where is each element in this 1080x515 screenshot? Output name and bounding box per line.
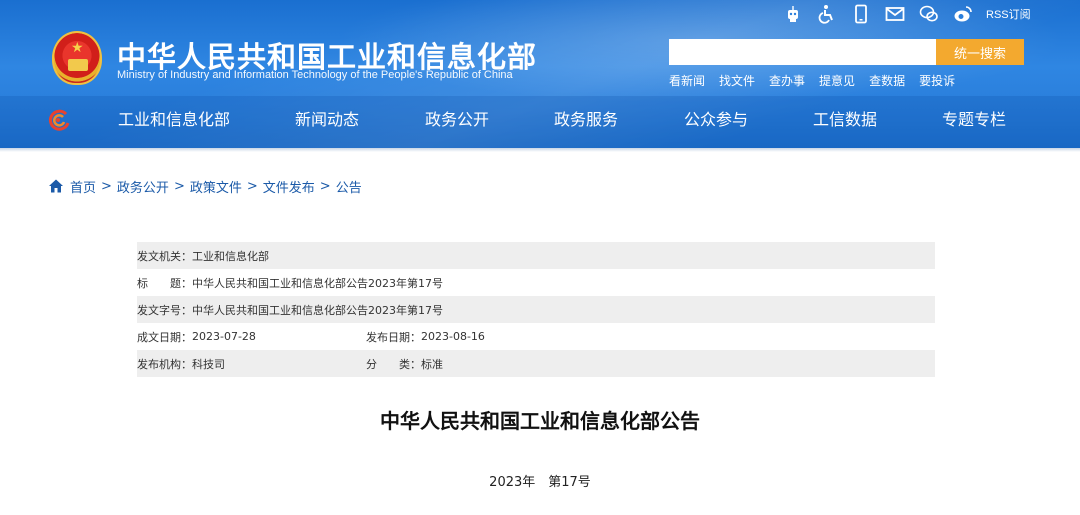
emblem-star: ★ [71,40,84,56]
quick-links: 看新闻 找文件 查办事 提意见 查数据 要投诉 [669,72,969,89]
meta-row-issuer: 发文机关： 工业和信息化部 [137,242,935,269]
category-cell: 分 类： 标准 [366,350,443,377]
published-date-value: 2023-08-16 [421,330,485,343]
top-icon-bar: RSS订阅 [782,2,1031,26]
breadcrumb-separator: > [173,178,185,194]
breadcrumb-gov-affairs[interactable]: 政务公开 [117,177,169,196]
quick-link-files[interactable]: 找文件 [719,72,755,89]
emblem-gate [68,59,88,71]
nav-item-gov-affairs[interactable]: 政务公开 [425,100,489,140]
category-label: 分 类： [366,357,421,371]
doc-number-label: 发文字号： [137,303,192,317]
breadcrumb-separator: > [319,178,331,194]
issuer-label: 发文机关： [137,249,192,263]
site-header: ★ 中华人民共和国工业和信息化部 Ministry of Industry an… [0,0,1080,148]
home-icon[interactable] [48,178,64,194]
search-button[interactable]: 统一搜索 [936,39,1024,65]
published-date-label: 发布日期： [366,330,421,344]
nav-item-gov-services[interactable]: 政务服务 [554,100,618,140]
breadcrumb-policy-files[interactable]: 政策文件 [190,177,242,196]
org-value: 科技司 [192,357,225,371]
meta-row-title: 标 题： 中华人民共和国工业和信息化部公告2023年第17号 [137,269,935,296]
mobile-icon[interactable] [850,3,872,25]
title-value: 中华人民共和国工业和信息化部公告2023年第17号 [192,276,443,290]
nav-item-data[interactable]: 工信数据 [813,100,877,140]
site-subtitle: Ministry of Industry and Information Tec… [117,69,513,81]
created-date-cell: 成文日期： 2023-07-28 [137,323,256,350]
main-nav: 工业和信息化部 新闻动态 政务公开 政务服务 公众参与 工信数据 专题专栏 [0,100,1080,140]
breadcrumb-separator: > [246,178,258,194]
quick-link-news[interactable]: 看新闻 [669,72,705,89]
meta-row-doc-number: 发文字号： 中华人民共和国工业和信息化部公告2023年第17号 [137,296,935,323]
robot-icon[interactable] [782,3,804,25]
org-cell: 发布机构： 科技司 [137,350,225,377]
search-input[interactable] [669,39,936,65]
rss-link[interactable]: RSS订阅 [986,6,1031,22]
national-emblem-icon[interactable]: ★ [52,31,102,85]
breadcrumb: 首页 > 政务公开 > 政策文件 > 文件发布 > 公告 [48,176,362,196]
title-label: 标 题： [137,276,192,290]
category-value: 标准 [421,357,443,371]
nav-item-news[interactable]: 新闻动态 [295,100,359,140]
breadcrumb-announcement[interactable]: 公告 [336,177,362,196]
quick-link-services[interactable]: 查办事 [769,72,805,89]
meta-row-org: 发布机构： 科技司 分 类： 标准 [137,350,935,377]
accessibility-icon[interactable] [816,3,838,25]
created-date-value: 2023-07-28 [192,330,256,343]
created-date-label: 成文日期： [137,330,192,344]
doc-number-value: 中华人民共和国工业和信息化部公告2023年第17号 [192,303,443,317]
issuer-value: 工业和信息化部 [192,249,269,263]
header-shadow [0,148,1080,152]
document-title: 中华人民共和国工业和信息化部公告 [380,409,700,433]
document-metadata: 发文机关： 工业和信息化部 标 题： 中华人民共和国工业和信息化部公告2023年… [137,242,935,377]
breadcrumb-home[interactable]: 首页 [70,177,96,196]
org-label: 发布机构： [137,357,192,371]
document-number: 2023年 第17号 [489,475,591,490]
nav-item-topics[interactable]: 专题专栏 [942,100,1006,140]
quick-link-feedback[interactable]: 提意见 [819,72,855,89]
mail-icon[interactable] [884,3,906,25]
nav-item-public-participation[interactable]: 公众参与 [684,100,748,140]
published-date-cell: 发布日期： 2023-08-16 [366,323,485,350]
wechat-icon[interactable] [918,3,940,25]
weibo-icon[interactable] [952,3,974,25]
nav-item-ministry[interactable]: 工业和信息化部 [118,100,230,140]
breadcrumb-file-release[interactable]: 文件发布 [263,177,315,196]
breadcrumb-separator: > [101,178,112,194]
quick-link-data[interactable]: 查数据 [869,72,905,89]
meta-row-dates: 成文日期： 2023-07-28 发布日期： 2023-08-16 [137,323,935,350]
quick-link-complaint[interactable]: 要投诉 [919,72,955,89]
